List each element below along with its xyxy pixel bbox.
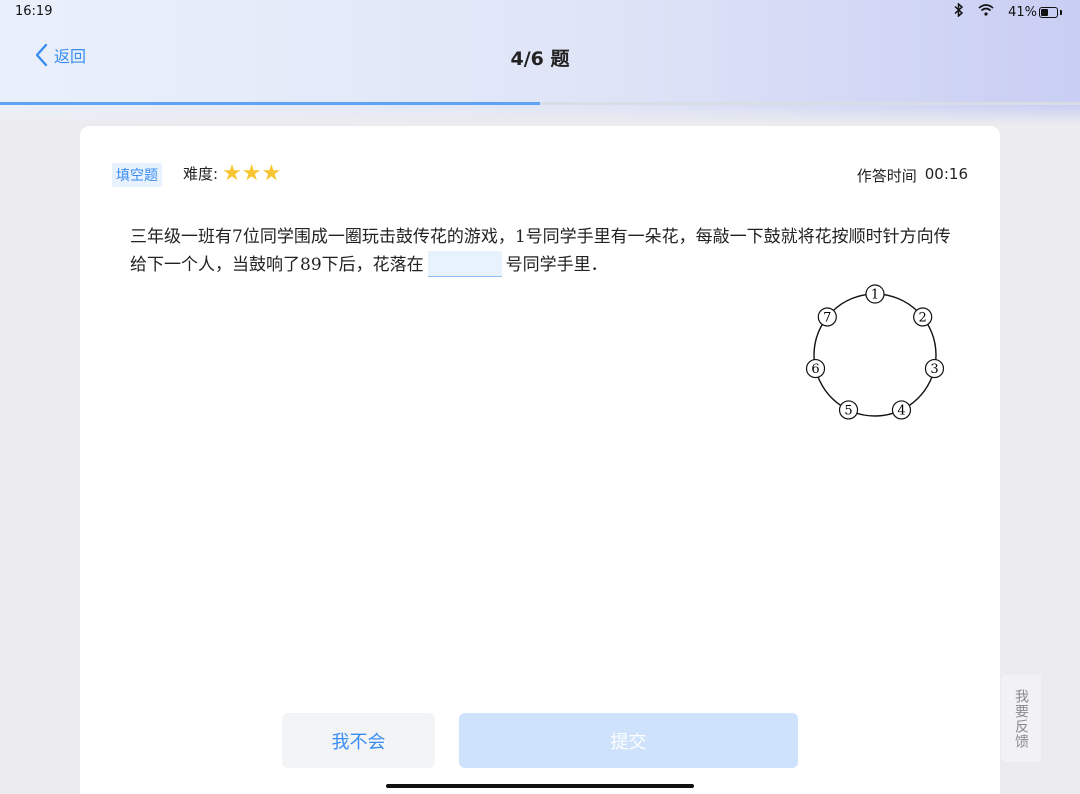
difficulty-label: 难度:: [183, 165, 219, 183]
answer-blank-input[interactable]: [427, 251, 502, 277]
diagram-node-label: 5: [844, 403, 852, 418]
star-icon: ★: [261, 160, 282, 186]
wifi-icon: [978, 4, 994, 20]
question-text-after: 号同学手里．: [505, 255, 608, 275]
page-title: 4/6 题: [510, 48, 570, 70]
timer-label: 作答时间: [856, 167, 917, 185]
status-time: 16:19: [15, 4, 53, 19]
progress-fill: [0, 102, 540, 105]
submit-button[interactable]: 提交: [459, 713, 798, 768]
diagram-node-label: 7: [823, 310, 831, 325]
diagram-node-5: 5: [838, 400, 859, 420]
difficulty-rating: 难度: ★★★: [183, 160, 282, 186]
home-indicator: [386, 784, 694, 788]
question-text: 三年级一班有7位同学围成一圈玩击鼓传花的游戏，1号同学手里有一朵花，每敲一下鼓就…: [130, 223, 960, 279]
star-icon: ★: [222, 160, 242, 186]
status-icons: 41%: [954, 2, 1062, 21]
diagram-node-4: 4: [891, 400, 912, 420]
timer-value: 00:16: [924, 165, 968, 183]
battery-icon: [1039, 6, 1058, 18]
diagram-node-2: 2: [913, 307, 933, 327]
battery-indicator: 41%: [1008, 5, 1062, 20]
battery-level-fill: [1041, 8, 1048, 16]
diagram-node-label: 6: [811, 362, 819, 377]
diagram-node-label: 1: [871, 288, 879, 303]
star-icon: ★: [241, 160, 262, 186]
dont-know-button[interactable]: 我不会: [282, 713, 435, 768]
status-bar: 16:19 41%: [0, 0, 1080, 24]
diagram-node-1: 1: [865, 284, 885, 304]
diagram-node-6: 6: [805, 358, 826, 379]
feedback-button[interactable]: 我要反馈: [1001, 675, 1041, 762]
bluetooth-icon: [954, 2, 964, 21]
progress-bar: [0, 102, 1080, 105]
question-type-badge: 填空题: [112, 163, 162, 187]
diagram-nodes: 1 2 3 4 5 6 7: [805, 284, 945, 420]
diagram-node-3: 3: [924, 358, 945, 379]
difficulty-stars: ★★★: [222, 160, 282, 186]
question-card: 填空题 难度: ★★★ 作答时间 00:16 三年级一班有7位同学围成一圈玩击鼓…: [80, 126, 1000, 794]
circle-diagram: 1 2 3 4 5 6 7: [805, 284, 945, 420]
diagram-node-label: 2: [919, 310, 927, 325]
diagram-node-label: 4: [897, 403, 905, 418]
diagram-node-label: 3: [930, 362, 938, 377]
battery-percent: 41%: [1008, 4, 1037, 20]
diagram-node-7: 7: [817, 307, 837, 327]
answer-timer: 作答时间 00:16: [857, 165, 968, 186]
